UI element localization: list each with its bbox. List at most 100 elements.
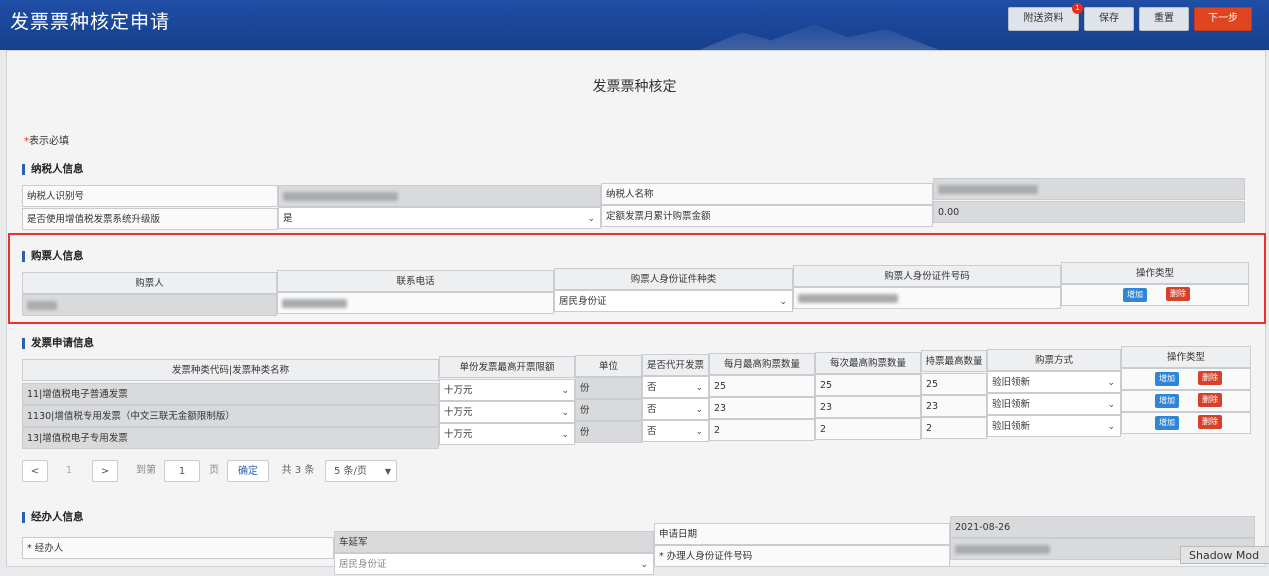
unit-cell: 份: [575, 399, 642, 421]
buyer-phone-field[interactable]: [277, 292, 554, 314]
agent-id-type-select[interactable]: 居民身份证 ⌄: [334, 553, 654, 575]
taxpayer-name-field[interactable]: [933, 178, 1245, 200]
invoice-header: 操作类型: [1121, 346, 1251, 368]
method-value: 验旧领新: [992, 377, 1031, 388]
id-type-value: 居民身份证: [559, 296, 607, 307]
upgrade-select[interactable]: 是 ⌄: [278, 207, 601, 229]
attach-button-label: 附送资料: [1023, 13, 1064, 24]
buyer-header: 购票人身份证件种类: [554, 268, 793, 290]
fixed-amount-field[interactable]: 0.00: [933, 201, 1245, 223]
upgrade-label: 是否使用增值税发票系统升级版: [22, 208, 278, 230]
buyer-name-field[interactable]: [22, 294, 277, 316]
buyer-ops-cell: [1061, 284, 1249, 306]
page-unit-label: 页: [209, 465, 219, 476]
method-select[interactable]: 验旧领新 ⌄: [987, 371, 1121, 393]
chevron-down-icon: ⌄: [695, 383, 703, 393]
goto-label: 到第: [136, 465, 156, 476]
limit-select[interactable]: 十万元 ⌄: [439, 423, 575, 445]
agent-value: 否: [647, 404, 657, 415]
save-button[interactable]: 保存: [1084, 7, 1134, 31]
agent-select[interactable]: 否 ⌄: [642, 398, 709, 420]
invoice-ops-cell: [1121, 412, 1251, 434]
agent-select[interactable]: 否 ⌄: [642, 376, 709, 398]
invoice-ops-cell: [1121, 368, 1251, 390]
invoice-add-button[interactable]: 增加: [1155, 394, 1179, 408]
buyer-id-number-field[interactable]: [793, 287, 1061, 309]
hold-qty-field[interactable]: 25: [921, 373, 987, 395]
notification-badge: 1: [1072, 3, 1083, 14]
invoice-ops-cell: [1121, 390, 1251, 412]
method-value: 验旧领新: [992, 399, 1031, 410]
shadow-mode-button[interactable]: Shadow Mod: [1180, 546, 1269, 564]
date-field[interactable]: 2021-08-26: [950, 516, 1255, 538]
buyer-delete-button[interactable]: 删除: [1166, 287, 1190, 301]
method-select[interactable]: 验旧领新 ⌄: [987, 393, 1121, 415]
caret-down-icon: ▼: [384, 467, 391, 476]
unit-cell: 份: [575, 377, 642, 399]
agent-name-field[interactable]: 车延军: [334, 531, 654, 553]
invoice-section-title: 发票申请信息: [22, 338, 94, 349]
header-decoration: [699, 24, 939, 50]
unit-cell: 份: [575, 421, 642, 443]
each-qty-field[interactable]: 25: [815, 374, 921, 396]
agent-select[interactable]: 否 ⌄: [642, 420, 709, 442]
confirm-page-button[interactable]: 确定: [227, 460, 269, 482]
buyer-id-type-select[interactable]: 居民身份证 ⌄: [554, 290, 793, 312]
chevron-down-icon: ⌄: [695, 427, 703, 437]
current-page[interactable]: 1: [58, 460, 80, 482]
invoice-header: 是否代开发票: [642, 354, 709, 376]
chevron-down-icon: ⌄: [1107, 400, 1115, 410]
monthly-qty-field[interactable]: 25: [709, 375, 815, 397]
buyer-add-button[interactable]: 增加: [1123, 288, 1147, 302]
invoice-type-cell: 11|增值税电子普通发票: [22, 383, 439, 405]
app-title: 发票票种核定申请: [10, 11, 171, 33]
chevron-down-icon: ⌄: [561, 386, 569, 396]
invoice-add-button[interactable]: 增加: [1155, 372, 1179, 386]
monthly-qty-field[interactable]: 2: [709, 419, 815, 441]
method-select[interactable]: 验旧领新 ⌄: [987, 415, 1121, 437]
upgrade-select-value: 是: [283, 213, 293, 224]
invoice-header: 持票最高数量: [921, 350, 987, 372]
invoice-header: 单位: [575, 355, 642, 377]
required-note: *表示必填: [24, 136, 69, 147]
per-page-select[interactable]: 5 条/页 ▼: [325, 460, 397, 482]
redacted-value: [938, 185, 1038, 194]
limit-value: 十万元: [444, 385, 473, 396]
date-label: 申请日期: [654, 523, 950, 545]
reset-button[interactable]: 重置: [1139, 7, 1189, 31]
redacted-value: [955, 545, 1050, 554]
hold-qty-field[interactable]: 2: [921, 417, 987, 439]
taxpayer-id-field[interactable]: [278, 185, 601, 207]
chevron-down-icon: ⌄: [640, 560, 648, 570]
buyer-header: 购票人身份证件号码: [793, 265, 1061, 287]
redacted-value: [283, 192, 398, 201]
attach-button[interactable]: 附送资料 1: [1008, 3, 1083, 31]
chevron-down-icon: ⌄: [587, 214, 595, 224]
agent-value: 否: [647, 382, 657, 393]
invoice-type-cell: 1130|增值税专用发票（中文三联无金额限制版）: [22, 405, 439, 427]
each-qty-field[interactable]: 2: [815, 418, 921, 440]
monthly-qty-field[interactable]: 23: [709, 397, 815, 419]
invoice-header: 每月最高购票数量: [709, 353, 815, 375]
taxpayer-id-label: 纳税人识别号: [22, 185, 278, 207]
limit-select[interactable]: 十万元 ⌄: [439, 401, 575, 423]
method-value: 验旧领新: [992, 421, 1031, 432]
prev-page-button[interactable]: <: [22, 460, 48, 482]
next-button[interactable]: 下一步: [1194, 7, 1252, 31]
invoice-type-cell: 13|增值税电子专用发票: [22, 427, 439, 449]
invoice-header: 每次最高购票数量: [815, 352, 921, 374]
chevron-down-icon: ⌄: [1107, 378, 1115, 388]
hold-qty-field[interactable]: 23: [921, 395, 987, 417]
each-qty-field[interactable]: 23: [815, 396, 921, 418]
invoice-delete-button[interactable]: 删除: [1198, 371, 1222, 385]
redacted-value: [798, 294, 898, 303]
invoice-delete-button[interactable]: 删除: [1198, 393, 1222, 407]
next-page-button[interactable]: >: [92, 460, 118, 482]
limit-select[interactable]: 十万元 ⌄: [439, 379, 575, 401]
invoice-delete-button[interactable]: 删除: [1198, 415, 1222, 429]
goto-page-input[interactable]: 1: [164, 460, 200, 482]
buyer-header: 操作类型: [1061, 262, 1249, 284]
invoice-add-button[interactable]: 增加: [1155, 416, 1179, 430]
chevron-down-icon: ⌄: [695, 405, 703, 415]
per-page-value: 5 条/页: [334, 466, 367, 477]
